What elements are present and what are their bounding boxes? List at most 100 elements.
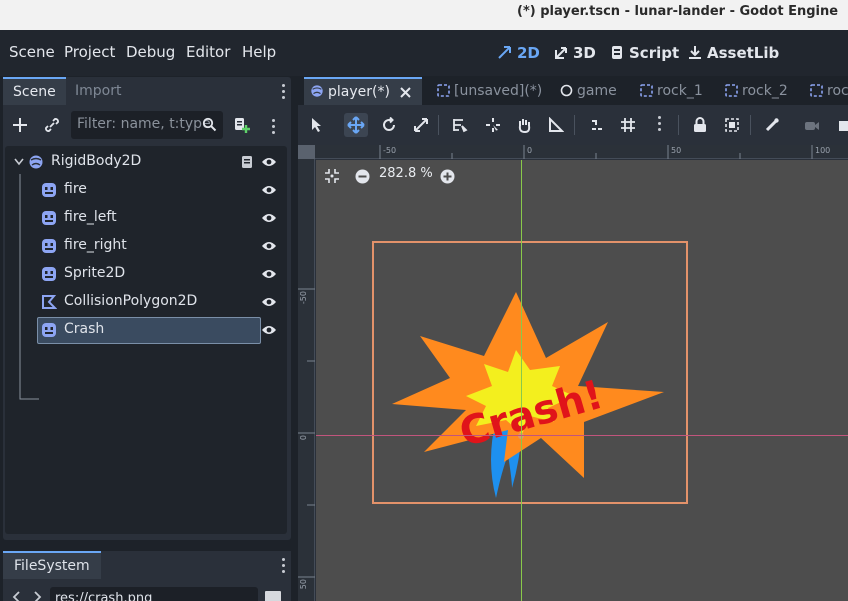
back-arrow-icon[interactable] xyxy=(12,591,22,601)
scene-tab-player[interactable]: player(*) xyxy=(304,77,422,105)
ruler-label: 100 xyxy=(815,146,831,155)
tree-node-label: fire_left xyxy=(64,209,117,225)
instance-scene-icon[interactable] xyxy=(44,117,60,133)
scene-tab-label: [unsaved](*) xyxy=(454,83,543,99)
search-icon xyxy=(202,117,217,132)
skeleton-icon[interactable] xyxy=(760,113,784,137)
menu-help[interactable]: Help xyxy=(242,43,276,61)
tab-filesystem[interactable]: FileSystem xyxy=(3,551,101,579)
workspace-script-button[interactable]: Script xyxy=(610,44,679,62)
visibility-eye-icon[interactable] xyxy=(261,184,277,196)
select-mode-icon[interactable] xyxy=(305,113,329,137)
add-node-icon[interactable] xyxy=(12,117,28,133)
tree-node-label: CollisionPolygon2D xyxy=(64,293,198,309)
tree-node-label: RigidBody2D xyxy=(51,153,142,169)
menu-project[interactable]: Project xyxy=(64,43,115,61)
window-titlebar: (*) player.tscn - lunar-lander - Godot E… xyxy=(0,0,848,30)
menu-debug[interactable]: Debug xyxy=(126,43,175,61)
tree-node-fire-right[interactable]: fire_right xyxy=(5,232,287,260)
scene-toolbar: Filter: name, t:type xyxy=(3,109,291,143)
ruler-mode-icon[interactable] xyxy=(544,113,568,137)
workspace-script-label: Script xyxy=(629,44,680,62)
rotate-mode-icon[interactable] xyxy=(377,113,401,137)
scene-tree-menu-icon[interactable] xyxy=(272,119,276,137)
scene-tab-label: rock_2 xyxy=(742,83,788,99)
ruler-label: 50 xyxy=(671,146,682,155)
tree-node-sprite2d[interactable]: Sprite2D xyxy=(5,260,287,288)
scene-tab-unsaved[interactable]: [unsaved](*) xyxy=(431,77,542,105)
close-icon[interactable] xyxy=(400,87,411,98)
menu-editor[interactable]: Editor xyxy=(186,43,230,61)
visibility-eye-icon[interactable] xyxy=(261,156,277,168)
workspace-assetlib-button[interactable]: AssetLib xyxy=(688,44,779,62)
collapse-arrow-icon[interactable] xyxy=(14,158,24,166)
scene-tab-rock-2[interactable]: rock_2 xyxy=(719,77,788,105)
filesystem-path-input[interactable]: res://crash.png xyxy=(50,587,258,601)
node-filter-input[interactable]: Filter: name, t:type xyxy=(71,111,223,139)
toolbar-separator xyxy=(678,115,679,135)
assetlib-icon xyxy=(689,46,701,59)
visibility-eye-icon[interactable] xyxy=(261,240,277,252)
3d-icon xyxy=(555,47,567,59)
tree-node-fire[interactable]: fire xyxy=(5,176,287,204)
tree-node-label: Sprite2D xyxy=(64,265,126,281)
window-title: (*) player.tscn - lunar-lander - Godot E… xyxy=(517,4,839,19)
crash-sprite[interactable]: Crash! xyxy=(316,160,848,601)
tree-node-rigidbody2d[interactable]: RigidBody2D xyxy=(5,148,287,176)
scene-tab-rock-1[interactable]: rock_1 xyxy=(634,77,703,105)
toolbar-separator xyxy=(750,115,751,135)
explosion-sprite xyxy=(392,292,664,478)
camera-override-icon[interactable] xyxy=(800,113,824,137)
visibility-eye-icon[interactable] xyxy=(261,296,277,308)
workspace-3d-button[interactable]: 3D xyxy=(553,44,596,62)
tree-node-fire-left[interactable]: fire_left xyxy=(5,204,287,232)
workspace-2d-button[interactable]: 2D xyxy=(497,44,540,62)
workspace-2d-label: 2D xyxy=(517,44,540,62)
scene-tab-label: rock_1 xyxy=(657,83,703,99)
scene-tab-game[interactable]: game xyxy=(554,77,617,105)
scene-tab-rock-3[interactable]: roc xyxy=(804,77,848,105)
grid-snap-icon[interactable] xyxy=(616,113,640,137)
tree-node-label: fire_right xyxy=(64,237,127,253)
list-select-icon[interactable] xyxy=(448,113,472,137)
2d-icon xyxy=(498,46,511,59)
scale-mode-icon[interactable] xyxy=(409,113,433,137)
pivot-mode-icon[interactable] xyxy=(481,113,505,137)
tab-scene[interactable]: Scene xyxy=(3,77,66,105)
split-view-icon[interactable] xyxy=(265,591,281,601)
node2d-icon xyxy=(640,84,653,97)
ruler-top: -50 0 50 100 xyxy=(315,145,848,159)
tab-import[interactable]: Import xyxy=(65,77,131,105)
visibility-eye-icon[interactable] xyxy=(261,324,277,336)
filesystem-menu-icon[interactable] xyxy=(282,558,286,576)
pan-mode-icon[interactable] xyxy=(512,113,536,137)
visibility-eye-icon[interactable] xyxy=(261,268,277,280)
view-menu-icon[interactable] xyxy=(839,121,848,131)
visibility-eye-icon[interactable] xyxy=(261,212,277,224)
menu-scene[interactable]: Scene xyxy=(9,43,55,61)
node2d-icon xyxy=(810,84,823,97)
dock-menu-icon[interactable] xyxy=(282,84,286,102)
node2d-icon xyxy=(725,84,738,97)
attach-script-icon[interactable] xyxy=(233,116,251,134)
group-icon[interactable] xyxy=(720,113,744,137)
scene-tab-label: game xyxy=(577,83,617,99)
scene-tab-label: roc xyxy=(827,83,848,99)
smart-snap-icon[interactable] xyxy=(585,113,609,137)
move-mode-icon[interactable] xyxy=(344,113,368,137)
rigidbody2d-icon xyxy=(311,85,323,97)
toolbar-separator xyxy=(438,115,439,135)
workspace-3d-label: 3D xyxy=(573,44,596,62)
tree-node-collisionpolygon2d[interactable]: CollisionPolygon2D xyxy=(5,288,287,316)
scene-tabs-bar: player(*) [unsaved](*) game rock_1 rock_… xyxy=(298,77,848,105)
lock-icon[interactable] xyxy=(688,113,712,137)
menu-bar: Scene Project Debug Editor Help 2D 3D Sc… xyxy=(0,30,848,76)
snap-options-icon[interactable] xyxy=(648,113,672,137)
ruler-left: -50 0 50 xyxy=(298,159,315,601)
canvas-viewport[interactable]: 282.8 % Crash! xyxy=(316,160,848,601)
open-script-icon[interactable] xyxy=(241,155,254,169)
tree-node-crash[interactable]: Crash xyxy=(5,316,287,344)
scene-tab-label: player(*) xyxy=(328,84,390,100)
forward-arrow-icon[interactable] xyxy=(32,591,42,601)
sprite2d-icon xyxy=(42,323,56,337)
